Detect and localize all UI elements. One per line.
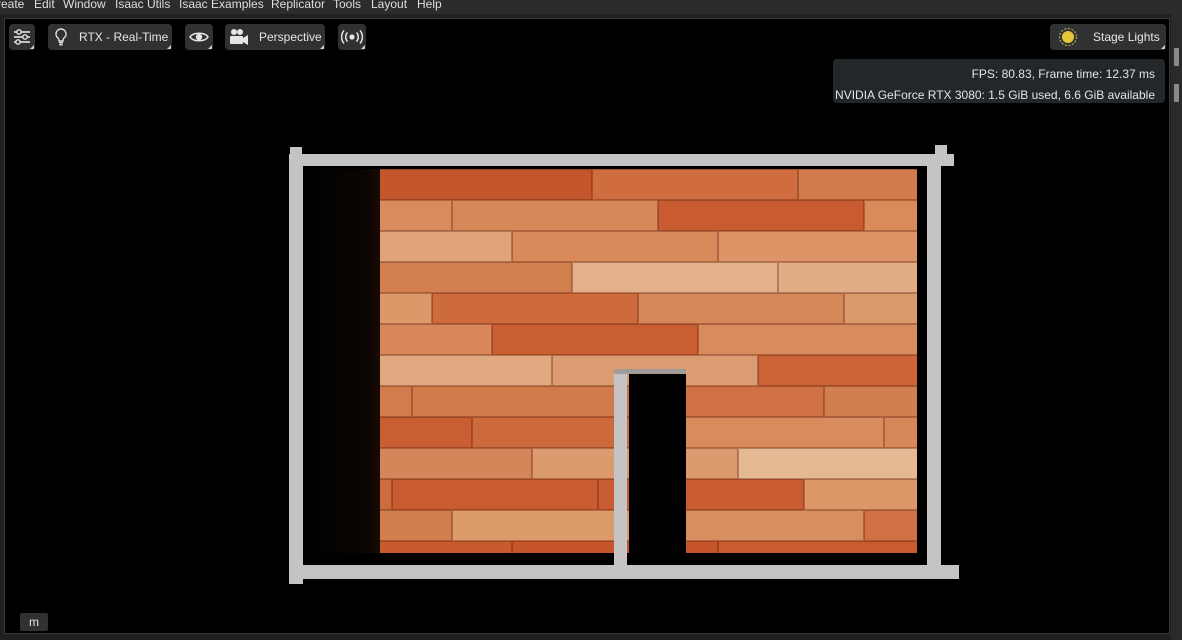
eye-icon [189, 30, 209, 44]
menu-isaac-examples[interactable]: Isaac Examples [179, 0, 264, 11]
performance-stats: FPS: 80.83, Frame time: 12.37 ms NVIDIA … [833, 59, 1165, 103]
menu-tools[interactable]: Tools [333, 0, 361, 11]
menu-help[interactable]: Help [417, 0, 442, 11]
menu-create[interactable]: reate [0, 0, 24, 11]
menu-window[interactable]: Window [63, 0, 106, 11]
stage-lights-button[interactable]: Stage Lights [1050, 24, 1166, 50]
menu-isaac-utils[interactable]: Isaac Utils [115, 0, 170, 11]
dock-handle[interactable] [1174, 48, 1179, 66]
wall-shadow [302, 169, 380, 553]
camera-label: Perspective [259, 30, 322, 44]
sun-icon [1058, 27, 1078, 47]
middle-wall-cap [614, 369, 686, 374]
visibility-button[interactable] [185, 24, 213, 50]
dock-handle[interactable] [1174, 84, 1179, 102]
left-wall [289, 154, 303, 584]
menu-edit[interactable]: Edit [34, 0, 55, 11]
gpu-memory-readout: NVIDIA GeForce RTX 3080: 1.5 GiB used, 6… [835, 88, 1155, 102]
render-mode-button[interactable]: RTX - Real-Time [48, 24, 172, 50]
doorway-shadow [629, 374, 686, 554]
viewport[interactable]: RTX - Real-Time Perspective Stage Lights… [4, 18, 1170, 634]
menu-layout[interactable]: Layout [371, 0, 407, 11]
right-wall [927, 159, 941, 579]
fps-readout: FPS: 80.83, Frame time: 12.37 ms [971, 67, 1155, 81]
right-dock-strip [1171, 14, 1182, 640]
render-mode-label: RTX - Real-Time [79, 30, 169, 44]
sliders-icon [13, 29, 31, 45]
top-wall [289, 154, 954, 166]
viewport-settings-button[interactable] [9, 24, 35, 50]
movie-camera-icon [229, 28, 249, 46]
lightbulb-icon [55, 28, 67, 46]
menu-bar: reate Edit Window Isaac Utils Isaac Exam… [0, 0, 1182, 14]
middle-wall [614, 371, 627, 571]
top-right-post [935, 145, 947, 157]
broadcast-button[interactable] [338, 24, 366, 50]
broadcast-icon [341, 30, 363, 44]
menu-replicator[interactable]: Replicator [271, 0, 325, 11]
stage-lights-label: Stage Lights [1093, 30, 1160, 44]
m-button[interactable]: m [20, 613, 48, 631]
camera-button[interactable]: Perspective [225, 24, 325, 50]
